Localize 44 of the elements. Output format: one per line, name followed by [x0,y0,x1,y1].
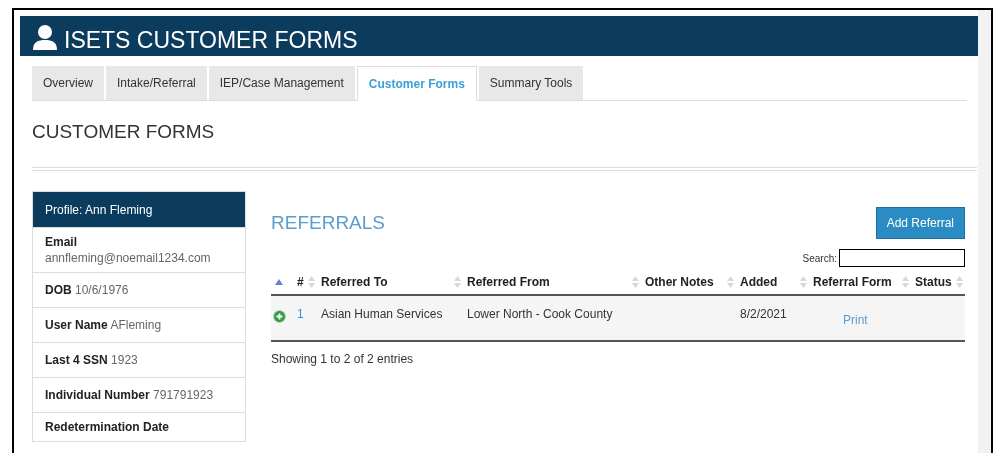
sort-icon[interactable] [800,275,807,288]
profile-value: 791791923 [153,388,214,402]
sort-icon[interactable] [632,275,639,288]
referrals-heading: REFERRALS [271,211,386,235]
add-referral-button[interactable]: Add Referral [875,207,965,239]
column-header[interactable]: Status [915,272,952,291]
table-cell: 8/2/2021 [740,307,787,321]
row-number: 1 [297,307,304,321]
profile-label: Email [45,234,78,250]
sort-ascending-icon[interactable] [275,278,283,285]
sort-icon[interactable] [727,275,734,288]
profile-title: Profile: Ann Fleming [33,192,245,227]
profile-label: Individual Number [45,388,150,402]
tab[interactable]: IEP/Case Management [208,66,355,100]
person-icon [32,24,58,50]
expand-icon[interactable] [273,310,286,323]
sort-icon[interactable] [956,275,963,288]
sort-icon[interactable] [454,275,461,288]
sort-icon[interactable] [308,275,315,288]
profile-label: Last 4 SSN [45,353,108,367]
profile-value: AFleming [110,318,162,332]
column-header[interactable]: Added [740,272,778,291]
profile-value: 10/6/1976 [75,283,129,297]
tab[interactable]: Overview [32,66,104,100]
column-header[interactable]: # [297,272,304,291]
column-header[interactable]: Referred From [467,272,550,291]
section-heading: CUSTOMER FORMS [32,120,216,144]
profile-label: Redetermination Date [45,419,171,435]
column-header[interactable]: Referral Form [813,272,892,291]
profile-label: DOB [45,283,72,297]
sort-icon[interactable] [902,275,909,288]
search-field[interactable] [839,249,965,267]
page-title: ISETS CUSTOMER FORMS [64,26,358,55]
profile-label: User Name [45,318,108,332]
table-info: Showing 1 to 2 of 2 entries [271,351,415,368]
tab[interactable]: Intake/Referral [106,66,207,100]
profile-value: 1923 [111,353,138,367]
table-cell: Asian Human Services [321,307,443,321]
tab[interactable]: Summary Tools [478,66,584,100]
table-cell: Lower North - Cook County [467,307,613,321]
column-header[interactable]: Other Notes [645,272,714,291]
column-header[interactable]: Referred To [321,272,388,291]
search-label: Search: [802,251,837,266]
profile-value: annfleming@noemail1234.com [45,250,212,266]
